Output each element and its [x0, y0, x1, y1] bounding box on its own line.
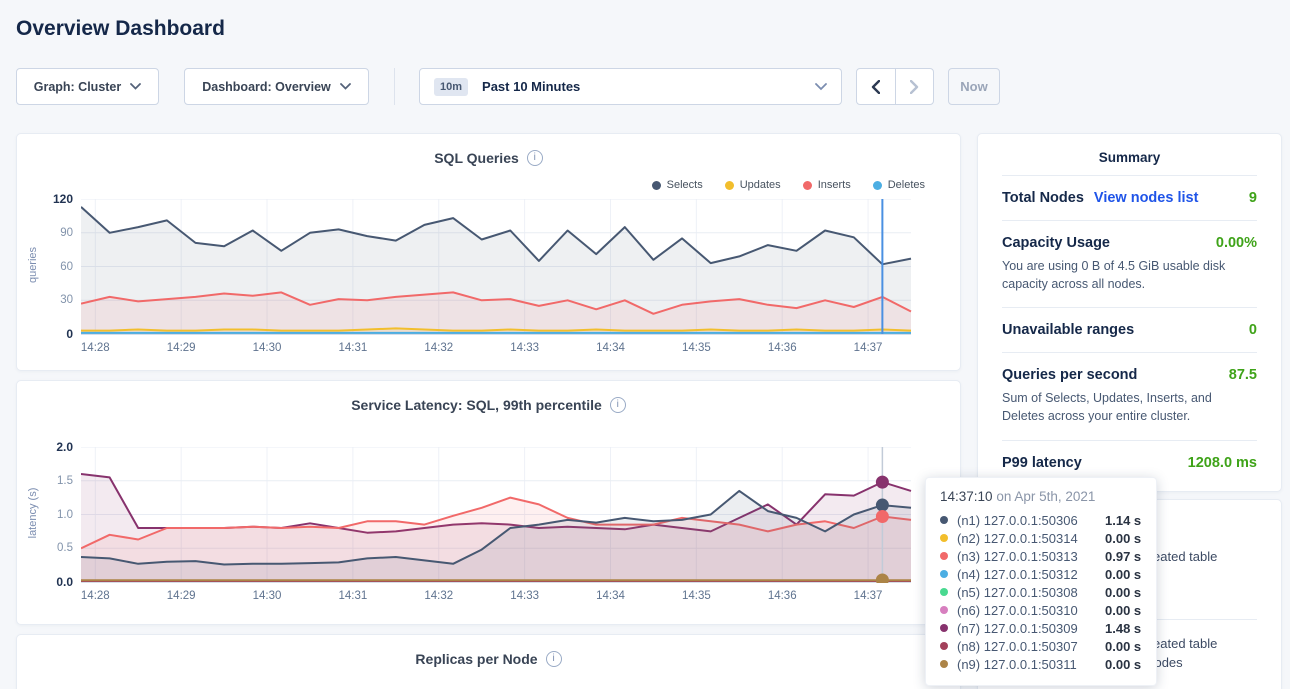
x-tick-label: 14:31 — [339, 590, 368, 602]
summary-row-unavailable: Unavailable ranges 0 — [1002, 307, 1257, 352]
x-tick-label: 14:35 — [682, 342, 711, 354]
x-tick-label: 14:31 — [339, 342, 368, 354]
tooltip-row-n9: (n9) 127.0.0.1:503110.00 s — [940, 655, 1142, 673]
chart-title: Replicas per Node — [415, 651, 537, 667]
node-dot-icon — [940, 516, 948, 524]
x-tick-label: 14:37 — [854, 590, 883, 602]
chevron-right-icon — [910, 80, 919, 94]
y-axis-ticks: 0.00.51.01.52.0 — [17, 447, 73, 582]
capacity-desc: You are using 0 B of 4.5 GiB usable disk… — [1002, 257, 1257, 293]
node-dot-icon — [940, 606, 948, 614]
y-tick-label: 120 — [53, 192, 73, 206]
tooltip-timestamp: 14:37:10 on Apr 5th, 2021 — [940, 489, 1142, 504]
y-tick-label: 1.0 — [57, 509, 73, 521]
replicas-per-node-chart-card: Replicas per Node i — [16, 634, 961, 689]
y-tick-label: 0.0 — [56, 575, 73, 589]
tooltip-row-n1: (n1) 127.0.0.1:503061.14 s — [940, 511, 1142, 529]
x-tick-label: 14:37 — [854, 342, 883, 354]
x-tick-label: 14:32 — [424, 590, 453, 602]
time-range-label: Past 10 Minutes — [482, 79, 580, 94]
node-dot-icon — [940, 570, 948, 578]
page-title: Overview Dashboard — [16, 14, 1290, 44]
x-tick-label: 14:32 — [424, 342, 453, 354]
now-button[interactable]: Now — [948, 68, 1000, 105]
x-tick-label: 14:29 — [167, 590, 196, 602]
time-step-buttons — [856, 68, 934, 105]
sql-queries-plot[interactable] — [81, 199, 926, 335]
tooltip-row-n3: (n3) 127.0.0.1:503130.97 s — [940, 547, 1142, 565]
controls-divider — [394, 68, 395, 105]
chevron-down-icon — [130, 83, 141, 90]
summary-row-capacity: Capacity Usage 0.00% You are using 0 B o… — [1002, 220, 1257, 307]
x-tick-label: 14:28 — [81, 342, 110, 354]
y-tick-label: 90 — [60, 227, 73, 239]
tooltip-row-n8: (n8) 127.0.0.1:503070.00 s — [940, 637, 1142, 655]
chart-hover-tooltip: 14:37:10 on Apr 5th, 2021 (n1) 127.0.0.1… — [925, 477, 1157, 686]
p99-value: 1208.0 ms — [1188, 455, 1257, 471]
x-tick-label: 14:36 — [768, 590, 797, 602]
x-tick-label: 14:33 — [510, 590, 539, 602]
node-dot-icon — [940, 660, 948, 668]
time-range-picker[interactable]: 10m Past 10 Minutes — [419, 68, 842, 105]
total-nodes-value: 9 — [1249, 190, 1257, 206]
view-nodes-list-link[interactable]: View nodes list — [1094, 190, 1199, 206]
y-tick-label: 2.0 — [56, 440, 73, 454]
tooltip-row-n7: (n7) 127.0.0.1:503091.48 s — [940, 619, 1142, 637]
unavailable-value: 0 — [1249, 322, 1257, 338]
capacity-value: 0.00% — [1216, 235, 1257, 251]
chevron-down-icon — [340, 83, 351, 90]
graph-dropdown[interactable]: Graph: Cluster — [16, 68, 159, 105]
time-range-badge: 10m — [434, 78, 468, 96]
chevron-down-icon — [815, 83, 827, 91]
y-tick-label: 1.5 — [57, 475, 73, 487]
x-tick-label: 14:30 — [253, 342, 282, 354]
tooltip-row-n2: (n2) 127.0.0.1:503140.00 s — [940, 529, 1142, 547]
dashboard-controls: Graph: Cluster Dashboard: Overview 10m P… — [16, 68, 1274, 105]
summary-panel: Summary Total Nodes View nodes list 9 Ca… — [977, 133, 1282, 492]
service-latency-plot[interactable] — [81, 447, 926, 583]
qps-value: 87.5 — [1229, 367, 1257, 383]
node-dot-icon — [940, 552, 948, 560]
x-tick-label: 14:35 — [682, 590, 711, 602]
step-forward-button[interactable] — [896, 69, 934, 104]
y-tick-label: 60 — [60, 261, 73, 273]
chevron-left-icon — [871, 80, 880, 94]
x-tick-label: 14:28 — [81, 590, 110, 602]
graph-dropdown-label: Graph: Cluster — [34, 80, 122, 94]
node-dot-icon — [940, 588, 948, 596]
x-tick-label: 14:30 — [253, 590, 282, 602]
qps-desc: Sum of Selects, Updates, Inserts, and De… — [1002, 389, 1257, 425]
summary-row-qps: Queries per second 87.5 Sum of Selects, … — [1002, 352, 1257, 439]
dashboard-dropdown-label: Dashboard: Overview — [202, 80, 331, 94]
y-tick-label: 0.5 — [57, 542, 73, 554]
tooltip-row-n5: (n5) 127.0.0.1:503080.00 s — [940, 583, 1142, 601]
y-tick-label: 30 — [60, 294, 73, 306]
node-dot-icon — [940, 624, 948, 632]
y-tick-label: 0 — [66, 327, 73, 341]
x-tick-label: 14:36 — [768, 342, 797, 354]
x-tick-label: 14:34 — [596, 590, 625, 602]
summary-row-total-nodes: Total Nodes View nodes list 9 — [1002, 175, 1257, 220]
tooltip-row-n6: (n6) 127.0.0.1:503100.00 s — [940, 601, 1142, 619]
dashboard-dropdown[interactable]: Dashboard: Overview — [184, 68, 369, 105]
node-dot-icon — [940, 642, 948, 650]
summary-title: Summary — [1002, 150, 1257, 175]
x-tick-label: 14:34 — [596, 342, 625, 354]
sql-queries-chart-card: SQL Queries i Selects Updates Inserts — [16, 133, 961, 371]
node-dot-icon — [940, 534, 948, 542]
x-tick-label: 14:29 — [167, 342, 196, 354]
x-tick-label: 14:33 — [510, 342, 539, 354]
step-back-button[interactable] — [857, 69, 896, 104]
info-icon[interactable]: i — [546, 651, 562, 667]
tooltip-row-n4: (n4) 127.0.0.1:503120.00 s — [940, 565, 1142, 583]
y-axis-ticks: 0306090120 — [17, 199, 73, 334]
service-latency-chart-card: Service Latency: SQL, 99th percentile i … — [16, 380, 961, 625]
